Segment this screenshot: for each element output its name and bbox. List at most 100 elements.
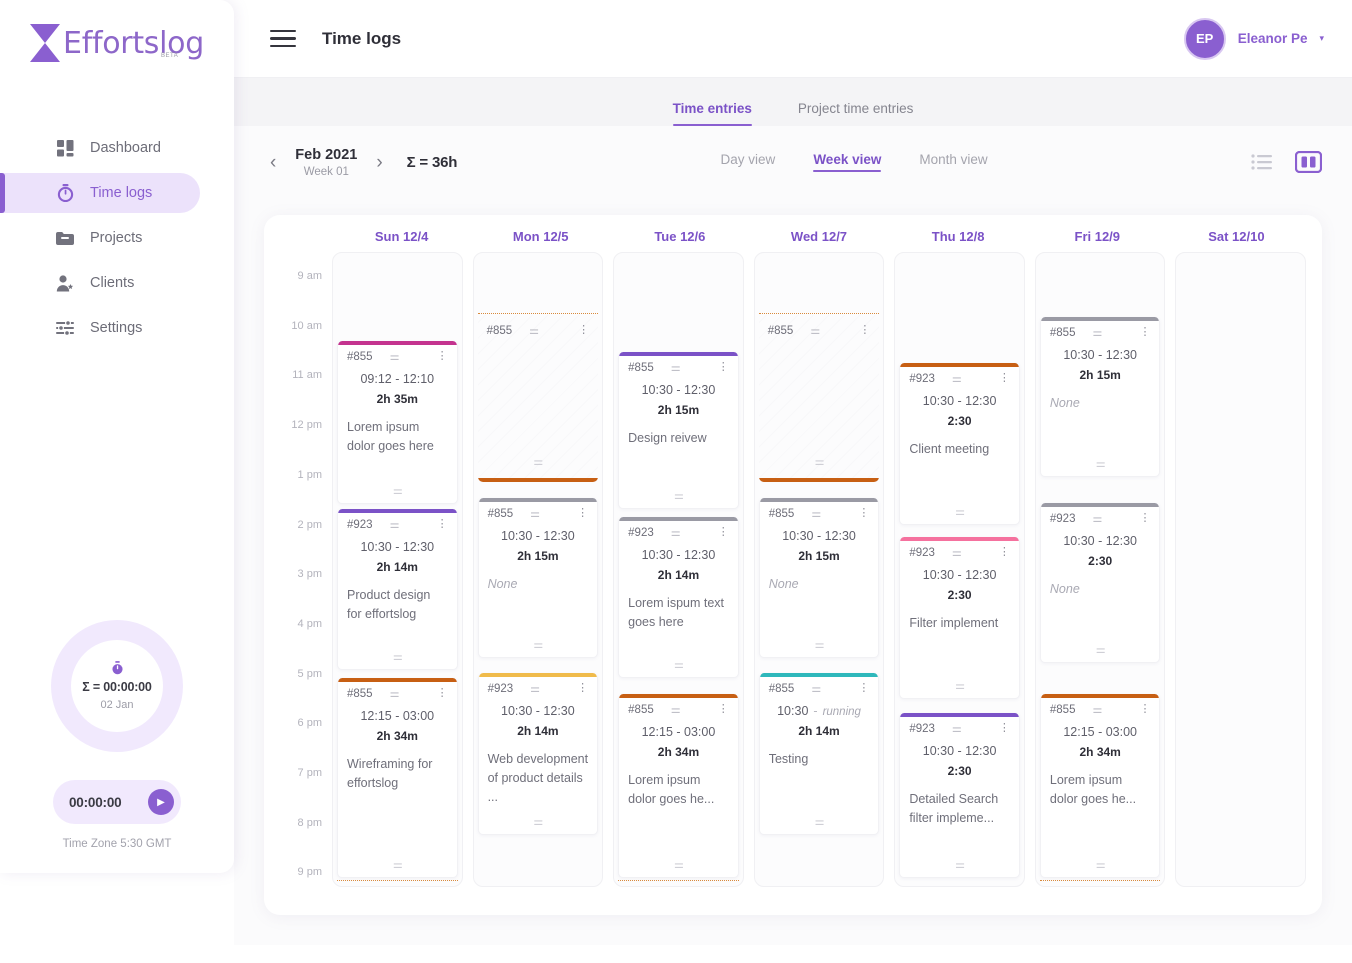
day-column[interactable]: #855 ⚌ ⋮ ⚌ #855 ⚌ ⋮ 10:30 - 12:30 2h 15m None ⚌ #85… (753, 252, 885, 887)
user-menu[interactable]: EP Eleanor Pe ▾ (1183, 17, 1324, 60)
entry-menu-icon[interactable]: ⋮ (578, 325, 589, 336)
time-entry-card[interactable]: #855 ⚌ ⋮ 10:30 - 12:30 2h 15m None ⚌ (477, 498, 599, 658)
entry-menu-icon[interactable]: ⋮ (858, 508, 869, 519)
entry-resize-handle[interactable]: ⚌ (759, 455, 880, 468)
drag-handle-icon[interactable]: ⚌ (811, 682, 821, 695)
entry-resize-handle[interactable]: ⚌ (900, 679, 1019, 692)
time-entry-card[interactable]: #923 ⚌ ⋮ 10:30 - 12:30 2:30 None ⚌ (1039, 503, 1161, 663)
time-entry-card[interactable]: #855 ⚌ ⋮ 10:30- running 2h 14m Testing ⚌ (758, 673, 880, 835)
time-entry-card[interactable]: #923 ⚌ ⋮ 10:30 - 12:30 2:30 Detailed Search f… (899, 713, 1020, 878)
tab-time-entries[interactable]: Time entries (672, 101, 753, 126)
entry-menu-icon[interactable]: ⋮ (718, 704, 729, 715)
entry-menu-icon[interactable]: ⋮ (999, 547, 1010, 558)
drag-handle-icon[interactable]: ⚌ (530, 682, 540, 695)
entry-menu-icon[interactable]: ⋮ (577, 683, 588, 694)
entry-resize-handle[interactable]: ⚌ (1041, 457, 1160, 470)
sidebar-item-clients[interactable]: Clients (0, 263, 234, 303)
entry-resize-handle[interactable]: ⚌ (479, 815, 598, 828)
sidebar-item-projects[interactable]: Projects (0, 218, 234, 258)
entry-resize-handle[interactable]: ⚌ (760, 815, 879, 828)
entry-resize-handle[interactable]: ⚌ (479, 638, 598, 651)
menu-toggle-icon[interactable] (270, 25, 296, 52)
time-entry-card[interactable]: #923 ⚌ ⋮ 10:30 - 12:30 2h 14m Product design … (337, 509, 458, 670)
drag-handle-icon[interactable]: ⚌ (1092, 326, 1102, 339)
drag-handle-icon[interactable]: ⚌ (529, 324, 539, 337)
time-entry-card[interactable]: #855 ⚌ ⋮ 10:30 - 12:30 2h 15m None ⚌ (1039, 317, 1161, 477)
prev-week-button[interactable]: ‹ (264, 153, 282, 172)
time-entry-card[interactable]: #855 ⚌ ⋮ ⚌ (758, 315, 880, 482)
time-entry-card[interactable]: #855 ⚌ ⋮ 12:15 - 03:00 2h 34m Lorem ipsum dol… (1039, 694, 1161, 878)
avatar[interactable]: EP (1183, 17, 1226, 60)
entry-resize-handle[interactable]: ⚌ (900, 505, 1019, 518)
drag-handle-icon[interactable]: ⚌ (390, 518, 400, 531)
entry-menu-icon[interactable]: ⋮ (437, 351, 448, 362)
time-entry-card[interactable]: #923 ⚌ ⋮ 10:30 - 12:30 2:30 Client meeting ⚌ (899, 363, 1020, 525)
entry-resize-handle[interactable]: ⚌ (760, 638, 879, 651)
drag-handle-icon[interactable]: ⚌ (671, 526, 681, 539)
entry-menu-icon[interactable]: ⋮ (577, 508, 588, 519)
entry-resize-handle[interactable]: ⚌ (1041, 858, 1160, 871)
entry-resize-handle[interactable]: ⚌ (338, 650, 457, 663)
entry-menu-icon[interactable]: ⋮ (859, 325, 870, 336)
sidebar-item-settings[interactable]: Settings (0, 308, 234, 348)
entry-resize-handle[interactable]: ⚌ (338, 484, 457, 497)
time-entry-card[interactable]: #923 ⚌ ⋮ 10:30 - 12:30 2h 14m Lorem ispum tex… (618, 517, 739, 678)
drag-handle-icon[interactable]: ⚌ (952, 722, 962, 735)
entry-resize-handle[interactable]: ⚌ (619, 858, 738, 871)
drag-handle-icon[interactable]: ⚌ (811, 507, 821, 520)
play-icon[interactable]: ▶ (148, 789, 174, 815)
time-entry-card[interactable]: #855 ⚌ ⋮ 12:15 - 03:00 2h 34m Wireframing for… (337, 678, 458, 878)
time-entry-card[interactable]: #923 ⚌ ⋮ 10:30 - 12:30 2h 14m Web development… (477, 673, 599, 835)
list-view-icon[interactable] (1251, 153, 1273, 171)
time-entry-card[interactable]: #923 ⚌ ⋮ 10:30 - 12:30 2:30 Filter implement ⚌ (899, 537, 1020, 699)
drag-handle-icon[interactable]: ⚌ (952, 546, 962, 559)
day-column[interactable] (1175, 252, 1307, 887)
next-week-button[interactable]: › (370, 153, 388, 172)
entry-menu-icon[interactable]: ⋮ (437, 519, 448, 530)
drag-handle-icon[interactable]: ⚌ (671, 361, 681, 374)
user-name[interactable]: Eleanor Pe (1238, 31, 1308, 46)
day-column[interactable]: #855 ⚌ ⋮ 09:12 - 12:10 2h 35m Lorem ipsum dol… (332, 252, 463, 887)
drag-handle-icon[interactable]: ⚌ (1092, 703, 1102, 716)
drag-handle-icon[interactable]: ⚌ (1092, 512, 1102, 525)
drag-handle-icon[interactable]: ⚌ (810, 324, 820, 337)
entry-menu-icon[interactable]: ⋮ (999, 373, 1010, 384)
day-column[interactable]: #855 ⚌ ⋮ ⚌ #855 ⚌ ⋮ 10:30 - 12:30 2h 15m None ⚌ #92… (472, 252, 604, 887)
time-entry-card[interactable]: #855 ⚌ ⋮ 10:30 - 12:30 2h 15m Design reivew ⚌ (618, 352, 739, 509)
week-view-option[interactable]: Week view (813, 152, 882, 172)
entry-menu-icon[interactable]: ⋮ (1139, 327, 1150, 338)
brand-logo[interactable]: Effortslog BETA (0, 0, 234, 70)
entry-menu-icon[interactable]: ⋮ (718, 527, 729, 538)
drag-handle-icon[interactable]: ⚌ (952, 372, 962, 385)
timer-pill[interactable]: 00:00:00 ▶ (53, 780, 181, 824)
sidebar-item-time-logs[interactable]: Time logs (0, 173, 200, 213)
entry-resize-handle[interactable]: ⚌ (478, 455, 599, 468)
drag-handle-icon[interactable]: ⚌ (390, 350, 400, 363)
entry-menu-icon[interactable]: ⋮ (1139, 704, 1150, 715)
chevron-down-icon[interactable]: ▾ (1319, 33, 1324, 44)
month-view-option[interactable]: Month view (919, 152, 987, 172)
entry-menu-icon[interactable]: ⋮ (999, 723, 1010, 734)
time-entry-card[interactable]: #855 ⚌ ⋮ 09:12 - 12:10 2h 35m Lorem ipsum dol… (337, 341, 458, 504)
entry-resize-handle[interactable]: ⚌ (900, 858, 1019, 871)
drag-handle-icon[interactable]: ⚌ (390, 687, 400, 700)
entry-menu-icon[interactable]: ⋮ (1139, 513, 1150, 524)
entry-resize-handle[interactable]: ⚌ (338, 858, 457, 871)
drag-handle-icon[interactable]: ⚌ (530, 507, 540, 520)
time-entry-card[interactable]: #855 ⚌ ⋮ 10:30 - 12:30 2h 15m None ⚌ (758, 498, 880, 658)
entry-resize-handle[interactable]: ⚌ (619, 658, 738, 671)
drag-handle-icon[interactable]: ⚌ (671, 703, 681, 716)
time-entry-card[interactable]: #855 ⚌ ⋮ ⚌ (477, 315, 599, 482)
entry-menu-icon[interactable]: ⋮ (718, 362, 729, 373)
day-view-option[interactable]: Day view (721, 152, 776, 172)
sidebar-item-dashboard[interactable]: Dashboard (0, 128, 234, 168)
day-column[interactable]: #855 ⚌ ⋮ 10:30 - 12:30 2h 15m Design reivew ⚌ #… (613, 252, 744, 887)
day-column[interactable]: #923 ⚌ ⋮ 10:30 - 12:30 2:30 Client meeting ⚌ #9… (894, 252, 1025, 887)
entry-menu-icon[interactable]: ⋮ (858, 683, 869, 694)
entry-menu-icon[interactable]: ⋮ (437, 688, 448, 699)
day-column[interactable]: #855 ⚌ ⋮ 10:30 - 12:30 2h 15m None ⚌ #923 ⚌ ⋮ 10:3… (1034, 252, 1166, 887)
board-view-icon[interactable] (1294, 151, 1322, 173)
time-entry-card[interactable]: #855 ⚌ ⋮ 12:15 - 03:00 2h 34m Lorem ipsum dol… (618, 694, 739, 878)
tab-project-time-entries[interactable]: Project time entries (798, 101, 914, 126)
entry-resize-handle[interactable]: ⚌ (1041, 643, 1160, 656)
